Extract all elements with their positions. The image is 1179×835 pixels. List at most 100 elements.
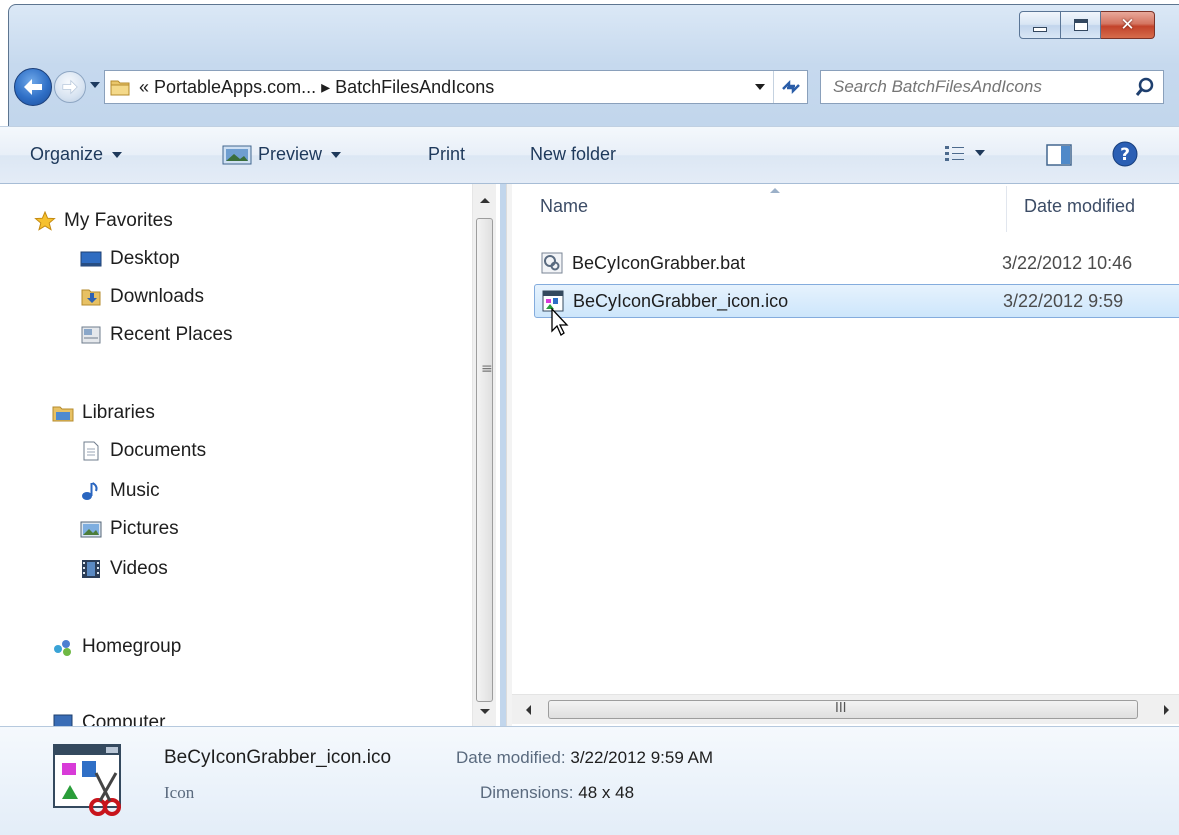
- window-controls: ✕: [1019, 11, 1155, 39]
- print-button[interactable]: Print: [428, 144, 465, 165]
- maximize-icon: [1073, 19, 1088, 31]
- nav-documents[interactable]: Documents: [80, 436, 206, 466]
- organize-label: Organize: [30, 144, 104, 164]
- change-view-button[interactable]: [944, 144, 985, 162]
- documents-icon: [83, 441, 99, 461]
- file-horizontal-scrollbar[interactable]: III: [512, 694, 1179, 724]
- arrow-left-icon: [24, 79, 42, 95]
- nav-libraries[interactable]: Libraries: [52, 398, 155, 428]
- minimize-button[interactable]: [1019, 11, 1061, 39]
- file-row[interactable]: BeCyIconGrabber.bat 3/22/2012 10:46: [534, 246, 1179, 280]
- maximize-button[interactable]: [1061, 11, 1101, 39]
- file-list-pane: Name Date modified BeCyIconGrabber.bat 3…: [512, 184, 1179, 726]
- preview-pane-button[interactable]: [1046, 144, 1072, 166]
- chevron-down-icon: [112, 151, 123, 158]
- grip-icon: III: [835, 701, 847, 716]
- scroll-down-arrow-icon[interactable]: [480, 709, 490, 714]
- new-folder-button[interactable]: New folder: [530, 144, 616, 165]
- refresh-icon: [781, 79, 800, 95]
- chevron-down-icon: [331, 151, 342, 158]
- address-path[interactable]: « PortableApps.com... ▸ BatchFilesAndIco…: [139, 77, 494, 98]
- close-button[interactable]: ✕: [1101, 11, 1155, 39]
- nav-item-label: Pictures: [110, 518, 179, 539]
- nav-pictures[interactable]: Pictures: [80, 514, 179, 544]
- minimize-icon: [1033, 26, 1047, 32]
- nav-homegroup[interactable]: Homegroup: [52, 632, 181, 662]
- mouse-cursor-icon: [551, 308, 569, 336]
- nav-vertical-scrollbar[interactable]: ≡: [472, 184, 496, 726]
- libraries-icon: [52, 406, 74, 422]
- nav-item-label: Computer: [82, 712, 166, 726]
- homegroup-icon: [54, 640, 71, 656]
- search-icon[interactable]: [1135, 77, 1155, 97]
- computer-icon: [53, 714, 73, 726]
- refresh-button[interactable]: [773, 71, 807, 103]
- details-file-name: BeCyIconGrabber_icon.ico: [164, 747, 392, 768]
- scroll-up-arrow-icon[interactable]: [480, 198, 490, 203]
- details-date-value: 3/22/2012 9:59 AM: [570, 748, 714, 767]
- sort-ascending-icon: [770, 188, 780, 193]
- help-button[interactable]: ?: [1112, 141, 1138, 167]
- chevron-down-icon: [975, 150, 985, 156]
- arrow-right-icon: [62, 79, 78, 95]
- svg-text:?: ?: [1120, 145, 1130, 165]
- preview-label: Preview: [258, 144, 323, 164]
- details-pane: BeCyIconGrabber_icon.ico Icon Date modif…: [0, 726, 1179, 835]
- new-folder-label: New folder: [530, 144, 617, 164]
- batch-file-icon: [541, 252, 563, 274]
- address-bar[interactable]: « PortableApps.com... ▸ BatchFilesAndIco…: [104, 70, 808, 104]
- preview-menu[interactable]: Preview: [222, 144, 342, 165]
- nav-music[interactable]: Music: [80, 476, 160, 506]
- details-dimensions-label: Dimensions:: [480, 783, 574, 802]
- scroll-right-arrow-icon[interactable]: [1164, 705, 1169, 715]
- file-name: BeCyIconGrabber_icon.ico: [573, 290, 789, 311]
- search-box[interactable]: [820, 70, 1164, 104]
- nav-item-label: Desktop: [110, 248, 180, 269]
- forward-button[interactable]: [54, 71, 86, 103]
- address-history-dropdown[interactable]: [755, 84, 765, 90]
- help-icon: ?: [1112, 141, 1138, 167]
- nav-item-label: Libraries: [82, 402, 155, 423]
- scrollbar-thumb[interactable]: ≡: [476, 218, 493, 702]
- nav-recent-places[interactable]: Recent Places: [80, 320, 233, 350]
- column-header-name[interactable]: Name: [540, 196, 588, 217]
- grip-icon: ≡: [481, 361, 493, 377]
- command-bar: Organize Preview Print New folder ?: [0, 126, 1179, 184]
- address-navbar: « PortableApps.com... ▸ BatchFilesAndIco…: [14, 68, 1179, 106]
- details-dimensions-value: 48 x 48: [578, 783, 635, 802]
- recent-places-icon: [81, 326, 101, 344]
- recent-pages-dropdown[interactable]: [90, 82, 100, 88]
- star-icon: [34, 211, 56, 231]
- details-date-modified: Date modified: 3/22/2012 9:59 AM: [456, 748, 713, 768]
- print-label: Print: [428, 144, 466, 164]
- nav-item-label: Recent Places: [110, 324, 233, 345]
- details-dimensions: Dimensions: 48 x 48: [480, 783, 634, 803]
- nav-item-label: Music: [110, 480, 160, 501]
- column-header-date-modified[interactable]: Date modified: [1024, 196, 1135, 217]
- nav-item-label: Homegroup: [82, 636, 182, 657]
- close-icon: ✕: [1120, 15, 1135, 35]
- music-icon: [82, 482, 98, 500]
- videos-icon: [82, 560, 100, 578]
- preview-pane-icon: [1046, 144, 1072, 166]
- column-separator[interactable]: [1006, 186, 1007, 232]
- nav-computer[interactable]: Computer: [52, 708, 165, 726]
- nav-item-label: Videos: [110, 558, 168, 579]
- file-row[interactable]: BeCyIconGrabber_icon.ico 3/22/2012 9:59: [534, 284, 1179, 318]
- file-date: 3/22/2012 10:46: [1002, 252, 1133, 273]
- desktop-icon: [80, 251, 102, 267]
- scroll-left-arrow-icon[interactable]: [526, 705, 531, 715]
- navigation-pane: My Favorites Desktop Downloads Recent Pl…: [0, 184, 500, 726]
- nav-videos[interactable]: Videos: [80, 554, 168, 584]
- scrollbar-thumb[interactable]: III: [548, 700, 1138, 719]
- folder-icon: [110, 80, 130, 96]
- back-button[interactable]: [14, 68, 52, 106]
- file-date: 3/22/2012 9:59: [1003, 290, 1124, 311]
- details-file-type: Icon: [164, 783, 195, 802]
- search-input[interactable]: [833, 77, 1123, 97]
- organize-menu[interactable]: Organize: [30, 144, 123, 165]
- nav-desktop[interactable]: Desktop: [80, 244, 180, 274]
- file-name: BeCyIconGrabber.bat: [572, 252, 746, 273]
- nav-my-favorites[interactable]: My Favorites: [34, 206, 173, 236]
- nav-downloads[interactable]: Downloads: [80, 282, 204, 312]
